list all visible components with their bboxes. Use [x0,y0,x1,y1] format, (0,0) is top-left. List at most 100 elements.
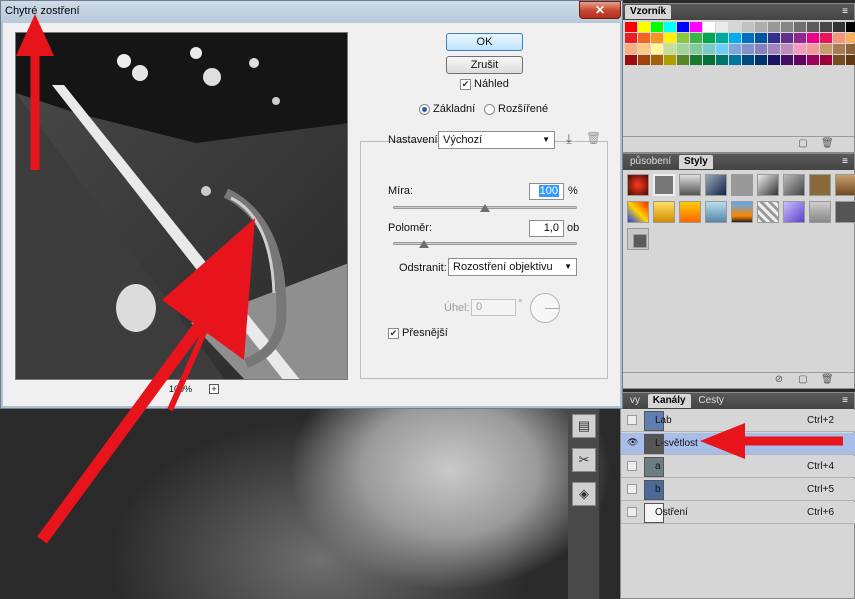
style-tile[interactable] [705,201,727,223]
visibility-toggle[interactable] [627,484,637,494]
color-swatch[interactable] [638,33,650,43]
color-swatch[interactable] [638,55,650,65]
color-swatch[interactable] [651,33,663,43]
color-swatch[interactable] [690,55,702,65]
color-swatch[interactable] [729,33,741,43]
clear-style-icon[interactable]: ⊘ [773,374,785,386]
color-swatch[interactable] [651,55,663,65]
color-swatch[interactable] [716,33,728,43]
visibility-toggle[interactable] [627,507,637,517]
color-swatch[interactable] [729,22,741,32]
style-tile[interactable] [731,174,753,196]
color-swatch[interactable] [742,22,754,32]
channel-row[interactable]: b Ctrl+5 [621,479,855,501]
style-tile[interactable] [627,201,649,223]
color-swatch[interactable] [768,22,780,32]
color-swatch[interactable] [677,22,689,32]
style-tile[interactable] [835,201,855,223]
color-swatch[interactable] [820,33,832,43]
amount-slider-thumb[interactable] [480,204,490,212]
color-swatch[interactable] [833,44,845,54]
color-swatch[interactable] [651,22,663,32]
zoom-in-button[interactable]: + [209,384,219,394]
delete-preset-icon[interactable]: 🗑 [586,131,601,145]
eye-icon[interactable]: 👁 [627,438,638,448]
channel-row[interactable]: Ostření Ctrl+6 [621,502,855,524]
style-tile[interactable] [809,174,831,196]
tab-paths[interactable]: Cesty [693,394,729,408]
color-swatch[interactable] [703,44,715,54]
color-swatch[interactable] [625,22,637,32]
tab-styles[interactable]: Styly [678,155,713,169]
color-swatch[interactable] [716,44,728,54]
color-swatch[interactable] [833,55,845,65]
color-swatch[interactable] [820,22,832,32]
new-swatch-icon[interactable]: ▢ [797,138,809,150]
trash-icon[interactable]: 🗑 [821,138,834,150]
style-tile[interactable] [653,174,675,196]
3d-cube-icon[interactable]: ◈ [572,482,596,506]
trash-icon[interactable]: 🗑 [821,374,834,386]
color-swatch[interactable] [755,22,767,32]
color-swatch[interactable] [807,55,819,65]
color-swatch[interactable] [703,55,715,65]
color-swatch[interactable] [664,22,676,32]
style-tile[interactable] [627,174,649,196]
color-swatch[interactable] [781,33,793,43]
color-swatch[interactable] [755,33,767,43]
color-swatch[interactable] [794,22,806,32]
visibility-toggle[interactable] [627,415,637,425]
angle-input[interactable]: 0 [471,299,516,316]
dialog-titlebar[interactable]: Chytré zostření [1,1,622,23]
color-swatch[interactable] [651,44,663,54]
color-swatch[interactable] [807,22,819,32]
color-swatch[interactable] [664,44,676,54]
color-swatch[interactable] [742,33,754,43]
color-swatch[interactable] [690,22,702,32]
style-tile[interactable] [731,201,753,223]
style-tile[interactable] [679,174,701,196]
color-swatch[interactable] [833,33,845,43]
color-swatch[interactable] [846,33,855,43]
style-tile[interactable] [835,174,855,196]
color-swatch[interactable] [755,55,767,65]
style-tile[interactable] [633,234,647,248]
color-swatch[interactable] [664,55,676,65]
color-swatch[interactable] [716,55,728,65]
ok-button[interactable]: OK [446,33,523,51]
style-tile[interactable] [757,174,779,196]
color-swatch[interactable] [677,33,689,43]
channel-row[interactable]: a Ctrl+4 [621,456,855,478]
tools-icon[interactable]: ✂ [572,448,596,472]
color-swatch[interactable] [638,44,650,54]
radius-slider-thumb[interactable] [419,240,430,248]
panel-menu-icon[interactable]: ≡ [842,393,848,409]
color-swatch[interactable] [768,55,780,65]
color-swatch[interactable] [820,44,832,54]
preview-image[interactable] [15,32,348,380]
color-swatch[interactable] [677,44,689,54]
notes-icon[interactable]: ▤ [572,414,596,438]
color-swatch[interactable] [703,33,715,43]
color-swatch[interactable] [755,44,767,54]
amount-input[interactable]: 100 [529,183,564,200]
channel-row[interactable]: Lab Ctrl+2 [621,410,855,432]
settings-dropdown[interactable]: Výchozí ▼ [438,131,555,149]
color-swatch[interactable] [794,55,806,65]
color-swatch[interactable] [625,33,637,43]
color-swatch[interactable] [794,44,806,54]
color-swatch[interactable] [846,55,855,65]
color-swatch[interactable] [781,22,793,32]
style-tile[interactable] [783,201,805,223]
color-swatch[interactable] [781,44,793,54]
style-tile[interactable] [679,201,701,223]
style-tile[interactable] [705,174,727,196]
visibility-toggle[interactable] [627,461,637,471]
style-tile[interactable] [757,201,779,223]
tab-swatches[interactable]: Vzorník [625,5,672,19]
color-swatch[interactable] [625,44,637,54]
tab-adjustments[interactable]: působení [625,155,676,169]
color-swatch[interactable] [742,44,754,54]
color-swatch[interactable] [781,55,793,65]
advanced-mode-radio[interactable] [484,104,495,115]
